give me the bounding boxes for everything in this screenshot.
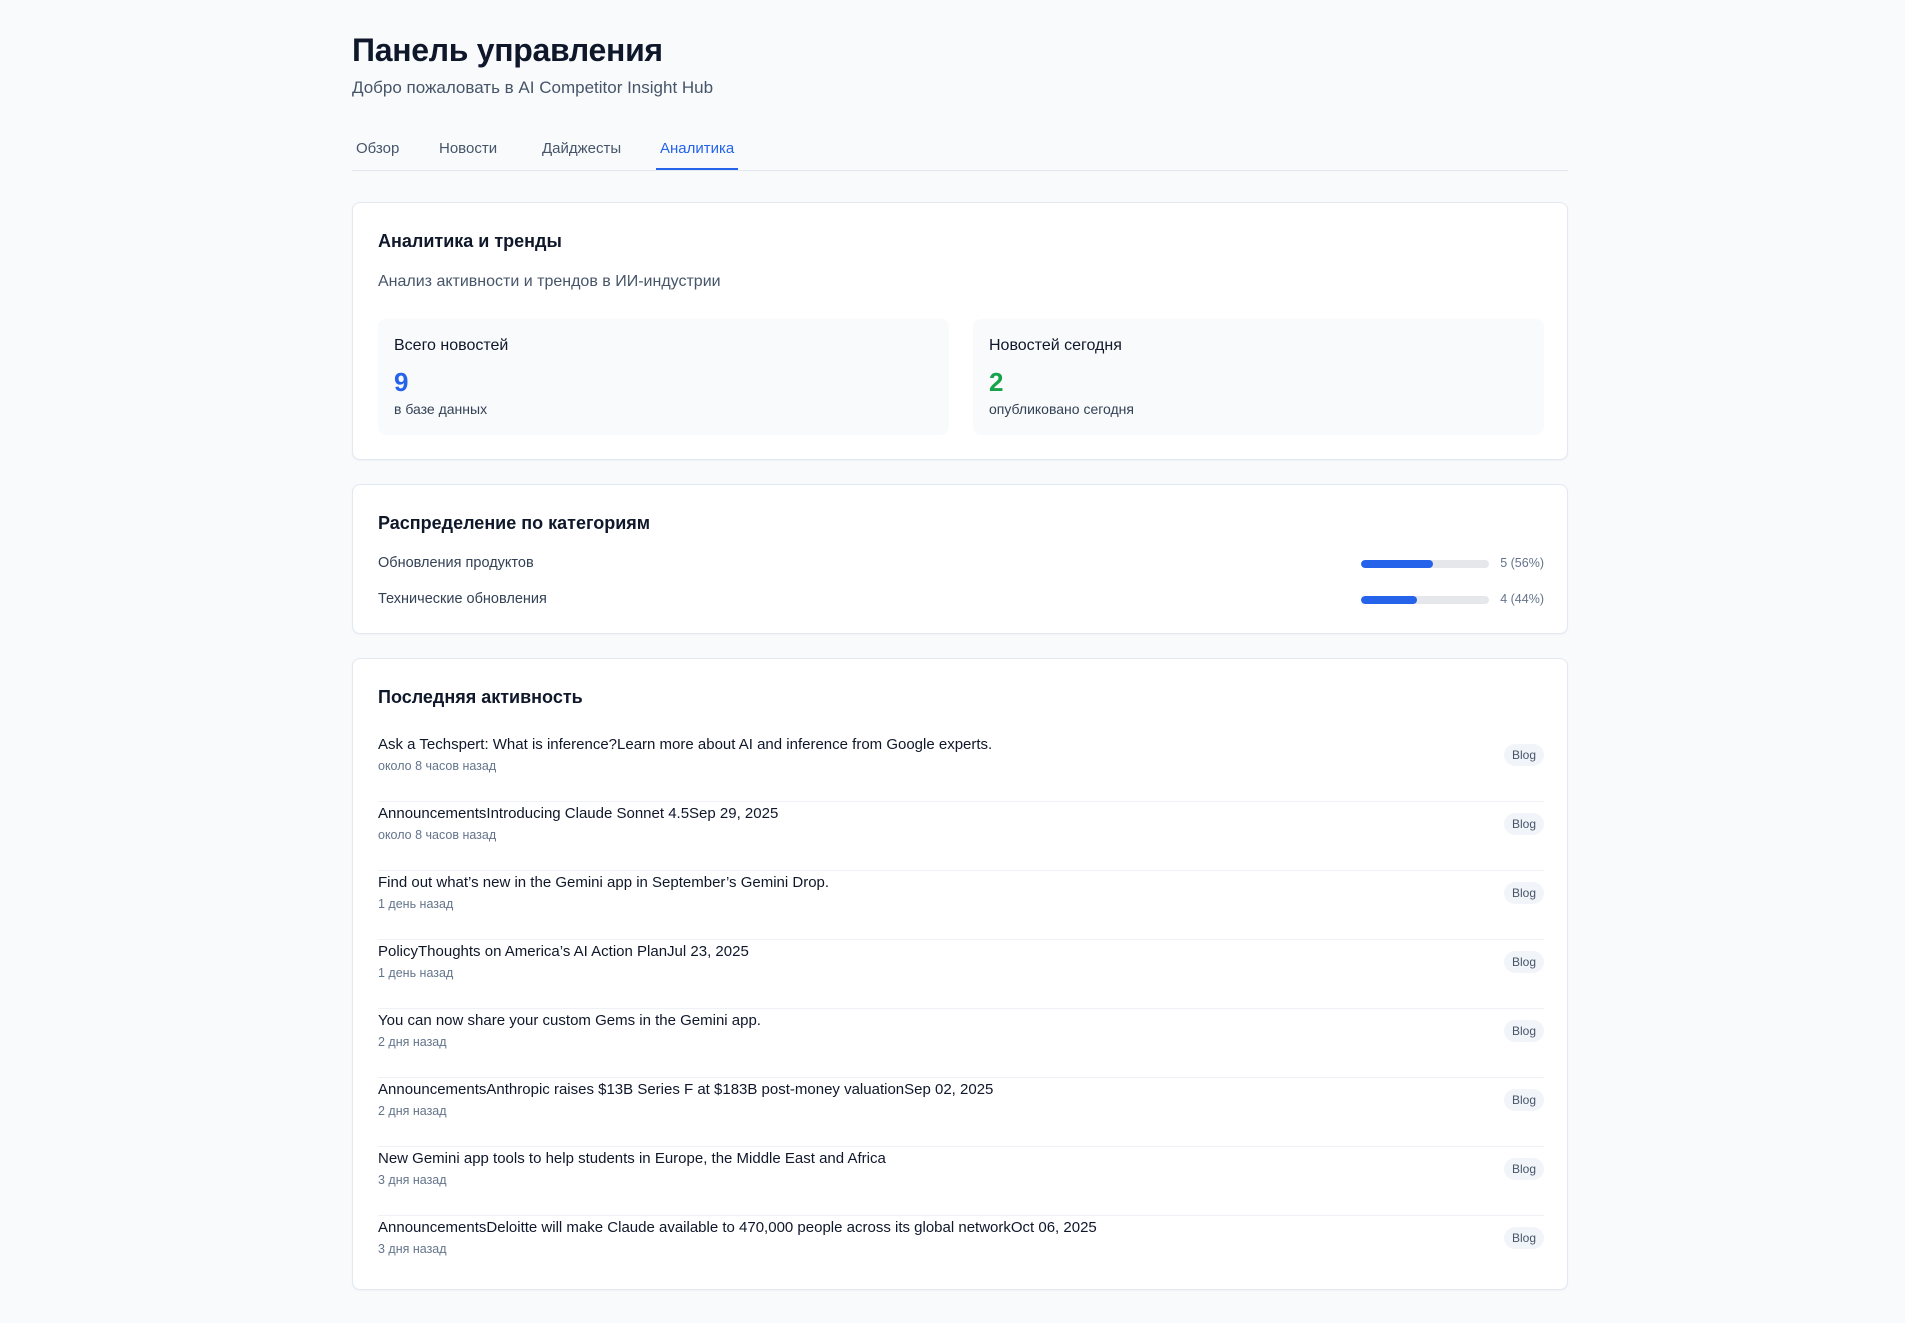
stat-value: 9 (394, 367, 409, 397)
category-count: 5 (56%) (1500, 556, 1544, 570)
category-label: Обновления продуктов (378, 555, 534, 571)
activity-item-time: около 8 часов назад (378, 759, 497, 773)
stat-value: 2 (989, 367, 1004, 397)
activity-item[interactable]: Ask a Techspert: What is inference?Learn… (378, 733, 1544, 802)
source-badge: Blog (1503, 744, 1544, 766)
source-badge: Blog (1503, 1227, 1544, 1249)
activity-item-time: 1 день назад (378, 966, 454, 980)
source-badge: Blog (1503, 882, 1544, 904)
activity-item-title[interactable]: AnnouncementsIntroducing Claude Sonnet 4… (378, 805, 778, 822)
activity-item-title[interactable]: Ask a Techspert: What is inference?Learn… (378, 736, 992, 753)
source-badge: Blog (1503, 813, 1544, 835)
activity-item-title[interactable]: AnnouncementsDeloitte will make Claude a… (378, 1219, 1097, 1236)
categories-card: Распределение по категориям Обновления п… (352, 484, 1568, 634)
stat-label: Всего новостей (394, 337, 509, 354)
categories-title: Распределение по категориям (378, 513, 651, 533)
stat-label: Новостей сегодня (989, 337, 1122, 354)
activity-item-title[interactable]: PolicyThoughts on America’s AI Action Pl… (378, 943, 749, 960)
activity-item[interactable]: AnnouncementsAnthropic raises $13B Serie… (378, 1078, 1544, 1147)
category-progress-bar (1361, 560, 1489, 568)
source-badge: Blog (1503, 951, 1544, 973)
category-label: Технические обновления (378, 591, 547, 607)
activity-item-title[interactable]: New Gemini app tools to help students in… (378, 1150, 886, 1167)
activity-item-title[interactable]: Find out what’s new in the Gemini app in… (378, 874, 829, 891)
tab-bar: Обзор Новости Дайджесты Аналитика (352, 132, 1568, 171)
activity-item[interactable]: New Gemini app tools to help students in… (378, 1147, 1544, 1216)
activity-item-time: 1 день назад (378, 897, 454, 911)
page-title: Панель управления (352, 32, 663, 68)
stat-note: опубликовано сегодня (989, 401, 1134, 417)
activity-item-title[interactable]: AnnouncementsAnthropic raises $13B Serie… (378, 1081, 993, 1098)
analytics-card: Аналитика и тренды Анализ активности и т… (352, 202, 1568, 460)
tab-analytics[interactable]: Аналитика (656, 140, 739, 170)
tab-overview[interactable]: Обзор (352, 140, 403, 170)
page-subtitle: Добро пожаловать в AI Competitor Insight… (352, 78, 714, 97)
source-badge: Blog (1503, 1089, 1544, 1111)
activity-item-time: 3 дня назад (378, 1173, 447, 1187)
category-row: Технические обновления 4 (44%) (378, 591, 1544, 611)
stat-note: в базе данных (394, 401, 488, 417)
activity-item[interactable]: AnnouncementsIntroducing Claude Sonnet 4… (378, 802, 1544, 871)
source-badge: Blog (1503, 1158, 1544, 1180)
tab-news[interactable]: Новости (435, 140, 501, 170)
activity-card: Последняя активность Ask a Techspert: Wh… (352, 658, 1568, 1290)
analytics-title: Аналитика и тренды (378, 231, 562, 251)
stat-total-news: Всего новостей 9 в базе данных (378, 319, 949, 435)
activity-item[interactable]: PolicyThoughts on America’s AI Action Pl… (378, 940, 1544, 1009)
activity-item-time: около 8 часов назад (378, 828, 497, 842)
activity-title: Последняя активность (378, 687, 583, 707)
source-badge: Blog (1503, 1020, 1544, 1042)
activity-item[interactable]: Find out what’s new in the Gemini app in… (378, 871, 1544, 940)
activity-item-title[interactable]: You can now share your custom Gems in th… (378, 1012, 761, 1029)
activity-item-time: 3 дня назад (378, 1242, 447, 1256)
activity-item[interactable]: You can now share your custom Gems in th… (378, 1009, 1544, 1078)
category-row: Обновления продуктов 5 (56%) (378, 555, 1544, 575)
category-progress-fill (1361, 596, 1418, 604)
activity-item[interactable]: AnnouncementsDeloitte will make Claude a… (378, 1216, 1544, 1285)
category-count: 4 (44%) (1500, 592, 1544, 606)
activity-item-time: 2 дня назад (378, 1035, 447, 1049)
stat-today-news: Новостей сегодня 2 опубликовано сегодня (973, 319, 1544, 435)
activity-item-time: 2 дня назад (378, 1104, 447, 1118)
category-progress-fill (1361, 560, 1433, 568)
tab-digests[interactable]: Дайджесты (538, 140, 625, 170)
category-progress-bar (1361, 596, 1489, 604)
analytics-description: Анализ активности и трендов в ИИ-индустр… (378, 273, 721, 290)
